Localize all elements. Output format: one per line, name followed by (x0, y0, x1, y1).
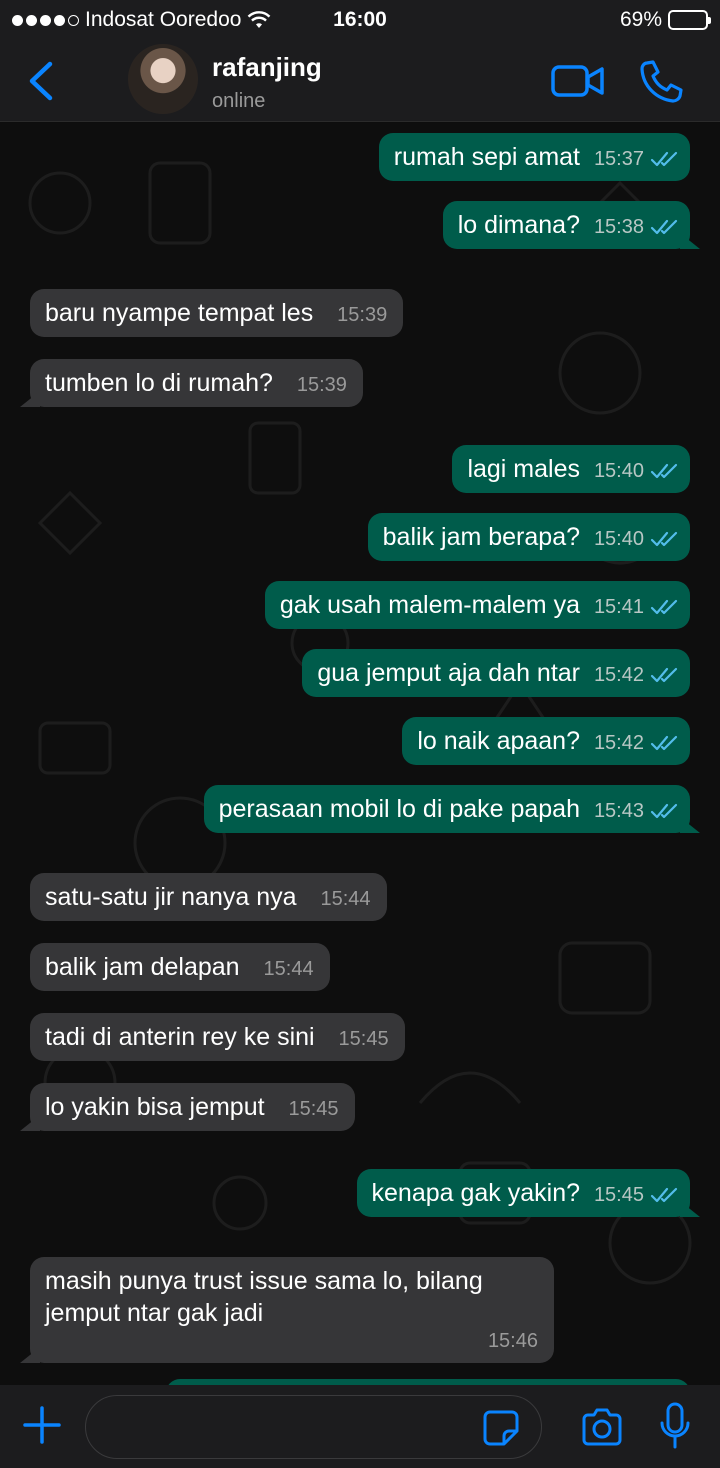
message-outgoing[interactable]: kenapa gak yakin? 15:45 (356, 1169, 690, 1217)
double-check-icon (650, 151, 678, 167)
message-meta: 15:44 (320, 883, 370, 915)
message-meta: 15:41 (594, 591, 680, 623)
microphone-icon[interactable] (658, 1401, 692, 1451)
input-bar (0, 1385, 720, 1468)
message-meta: 15:38 (594, 211, 680, 243)
message-text: gak usah malem-malem ya (279, 591, 580, 619)
message-incoming[interactable]: masih punya trust issue sama lo, bilang … (30, 1257, 554, 1363)
message-text: baru nyampe tempat les (45, 299, 314, 327)
chat-header: rafanjing online (0, 40, 720, 122)
double-check-icon (650, 803, 678, 819)
battery-percent: 69% (619, 8, 662, 31)
double-check-icon (650, 219, 678, 235)
message-meta: 15:39 (297, 369, 347, 401)
message-text: lo yakin bisa jemput (45, 1093, 265, 1121)
video-camera-icon[interactable] (550, 62, 606, 100)
message-text: tadi di anterin rey ke sini (45, 1023, 315, 1051)
message-time: 15:40 (593, 460, 644, 482)
message-text: rumah sepi amat (393, 143, 580, 171)
double-check-icon (650, 1187, 678, 1203)
message-time: 15:46 (487, 1330, 538, 1352)
message-outgoing[interactable]: gak usah malem-malem ya 15:41 (264, 581, 690, 629)
message-incoming[interactable]: lo yakin bisa jemput 15:45 (30, 1083, 355, 1131)
avatar[interactable] (128, 44, 198, 114)
double-check-icon (650, 463, 678, 479)
message-text: masih punya trust issue sama lo, bilang … (45, 1267, 483, 1327)
chevron-left-icon[interactable] (22, 54, 62, 108)
double-check-icon (650, 531, 678, 547)
plus-icon[interactable] (22, 1405, 62, 1445)
message-incoming[interactable]: balik jam delapan 15:44 (30, 943, 330, 991)
message-outgoing[interactable]: lo naik apaan? 15:42 (402, 717, 690, 765)
message-time: 15:42 (593, 732, 644, 754)
message-text: gua jemput aja dah ntar (317, 659, 580, 687)
message-time: 15:41 (593, 596, 644, 618)
status-bar: Indosat Ooredoo 16:00 69% (0, 0, 720, 40)
message-meta: 15:44 (264, 953, 314, 985)
battery-group: 69% (619, 8, 711, 32)
message-meta: 15:40 (594, 523, 680, 555)
chat-area[interactable]: rumah sepi amat 15:37 lo dimana? 15:38 baru … (0, 123, 720, 1385)
message-outgoing[interactable]: lagi males 15:40 (452, 445, 690, 493)
message-time: 15:39 (337, 304, 388, 326)
message-time: 15:37 (593, 148, 644, 170)
message-meta: 15:42 (594, 659, 680, 691)
message-text: satu-satu jir nanya nya (45, 883, 297, 911)
contact-status: online (212, 90, 266, 112)
message-time: 15:40 (593, 528, 644, 550)
message-meta: 15:45 (594, 1179, 680, 1211)
camera-icon[interactable] (580, 1407, 624, 1447)
message-text: balik jam delapan (45, 953, 240, 981)
message-text: tumben lo di rumah? (45, 369, 273, 397)
message-meta: 15:45 (289, 1093, 339, 1125)
message-input[interactable] (85, 1395, 542, 1459)
message-meta: 15:46 (488, 1325, 538, 1357)
message-outgoing[interactable]: gua jemput aja dah ntar 15:42 (302, 649, 690, 697)
message-text: lo dimana? (457, 211, 580, 239)
message-text: balik jam berapa? (382, 523, 580, 551)
message-outgoing[interactable]: balik jam berapa? 15:40 (367, 513, 690, 561)
message-outgoing[interactable]: rumah sepi amat 15:37 (378, 133, 690, 181)
message-time: 15:38 (593, 216, 644, 238)
message-meta: 15:43 (594, 795, 680, 827)
message-text: kenapa gak yakin? (371, 1179, 580, 1207)
double-check-icon (650, 599, 678, 615)
message-meta: 15:39 (337, 299, 387, 331)
message-time: 15:39 (296, 374, 347, 396)
message-incoming[interactable]: baru nyampe tempat les 15:39 (30, 289, 404, 337)
status-time: 16:00 (333, 8, 387, 31)
message-meta: 15:42 (594, 727, 680, 759)
message-meta: 15:45 (339, 1023, 389, 1055)
message-outgoing[interactable]: perasaan mobil lo di pake papah 15:43 (203, 785, 690, 833)
message-text: lo naik apaan? (417, 727, 580, 755)
message-time: 15:44 (263, 958, 314, 980)
message-text: perasaan mobil lo di pake papah (218, 795, 580, 823)
message-incoming[interactable]: satu-satu jir nanya nya 15:44 (30, 873, 387, 921)
message-meta: 15:37 (594, 143, 680, 175)
battery-icon (668, 10, 711, 30)
message-meta: 15:40 (594, 455, 680, 487)
message-outgoing[interactable]: lo dimana? 15:38 (442, 201, 690, 249)
message-time: 15:45 (288, 1098, 339, 1120)
message-time: 15:44 (320, 888, 371, 910)
message-time: 15:45 (593, 1184, 644, 1206)
message-time: 15:42 (593, 664, 644, 686)
message-incoming[interactable]: tadi di anterin rey ke sini 15:45 (30, 1013, 405, 1061)
double-check-icon (650, 735, 678, 751)
phone-icon[interactable] (638, 58, 684, 104)
message-incoming[interactable]: tumben lo di rumah? 15:39 (30, 359, 363, 407)
sticker-icon[interactable] (482, 1409, 520, 1447)
double-check-icon (650, 667, 678, 683)
contact-name[interactable]: rafanjing (212, 52, 322, 83)
message-text: lagi males (467, 455, 580, 483)
message-time: 15:43 (593, 800, 644, 822)
message-time: 15:45 (338, 1028, 389, 1050)
